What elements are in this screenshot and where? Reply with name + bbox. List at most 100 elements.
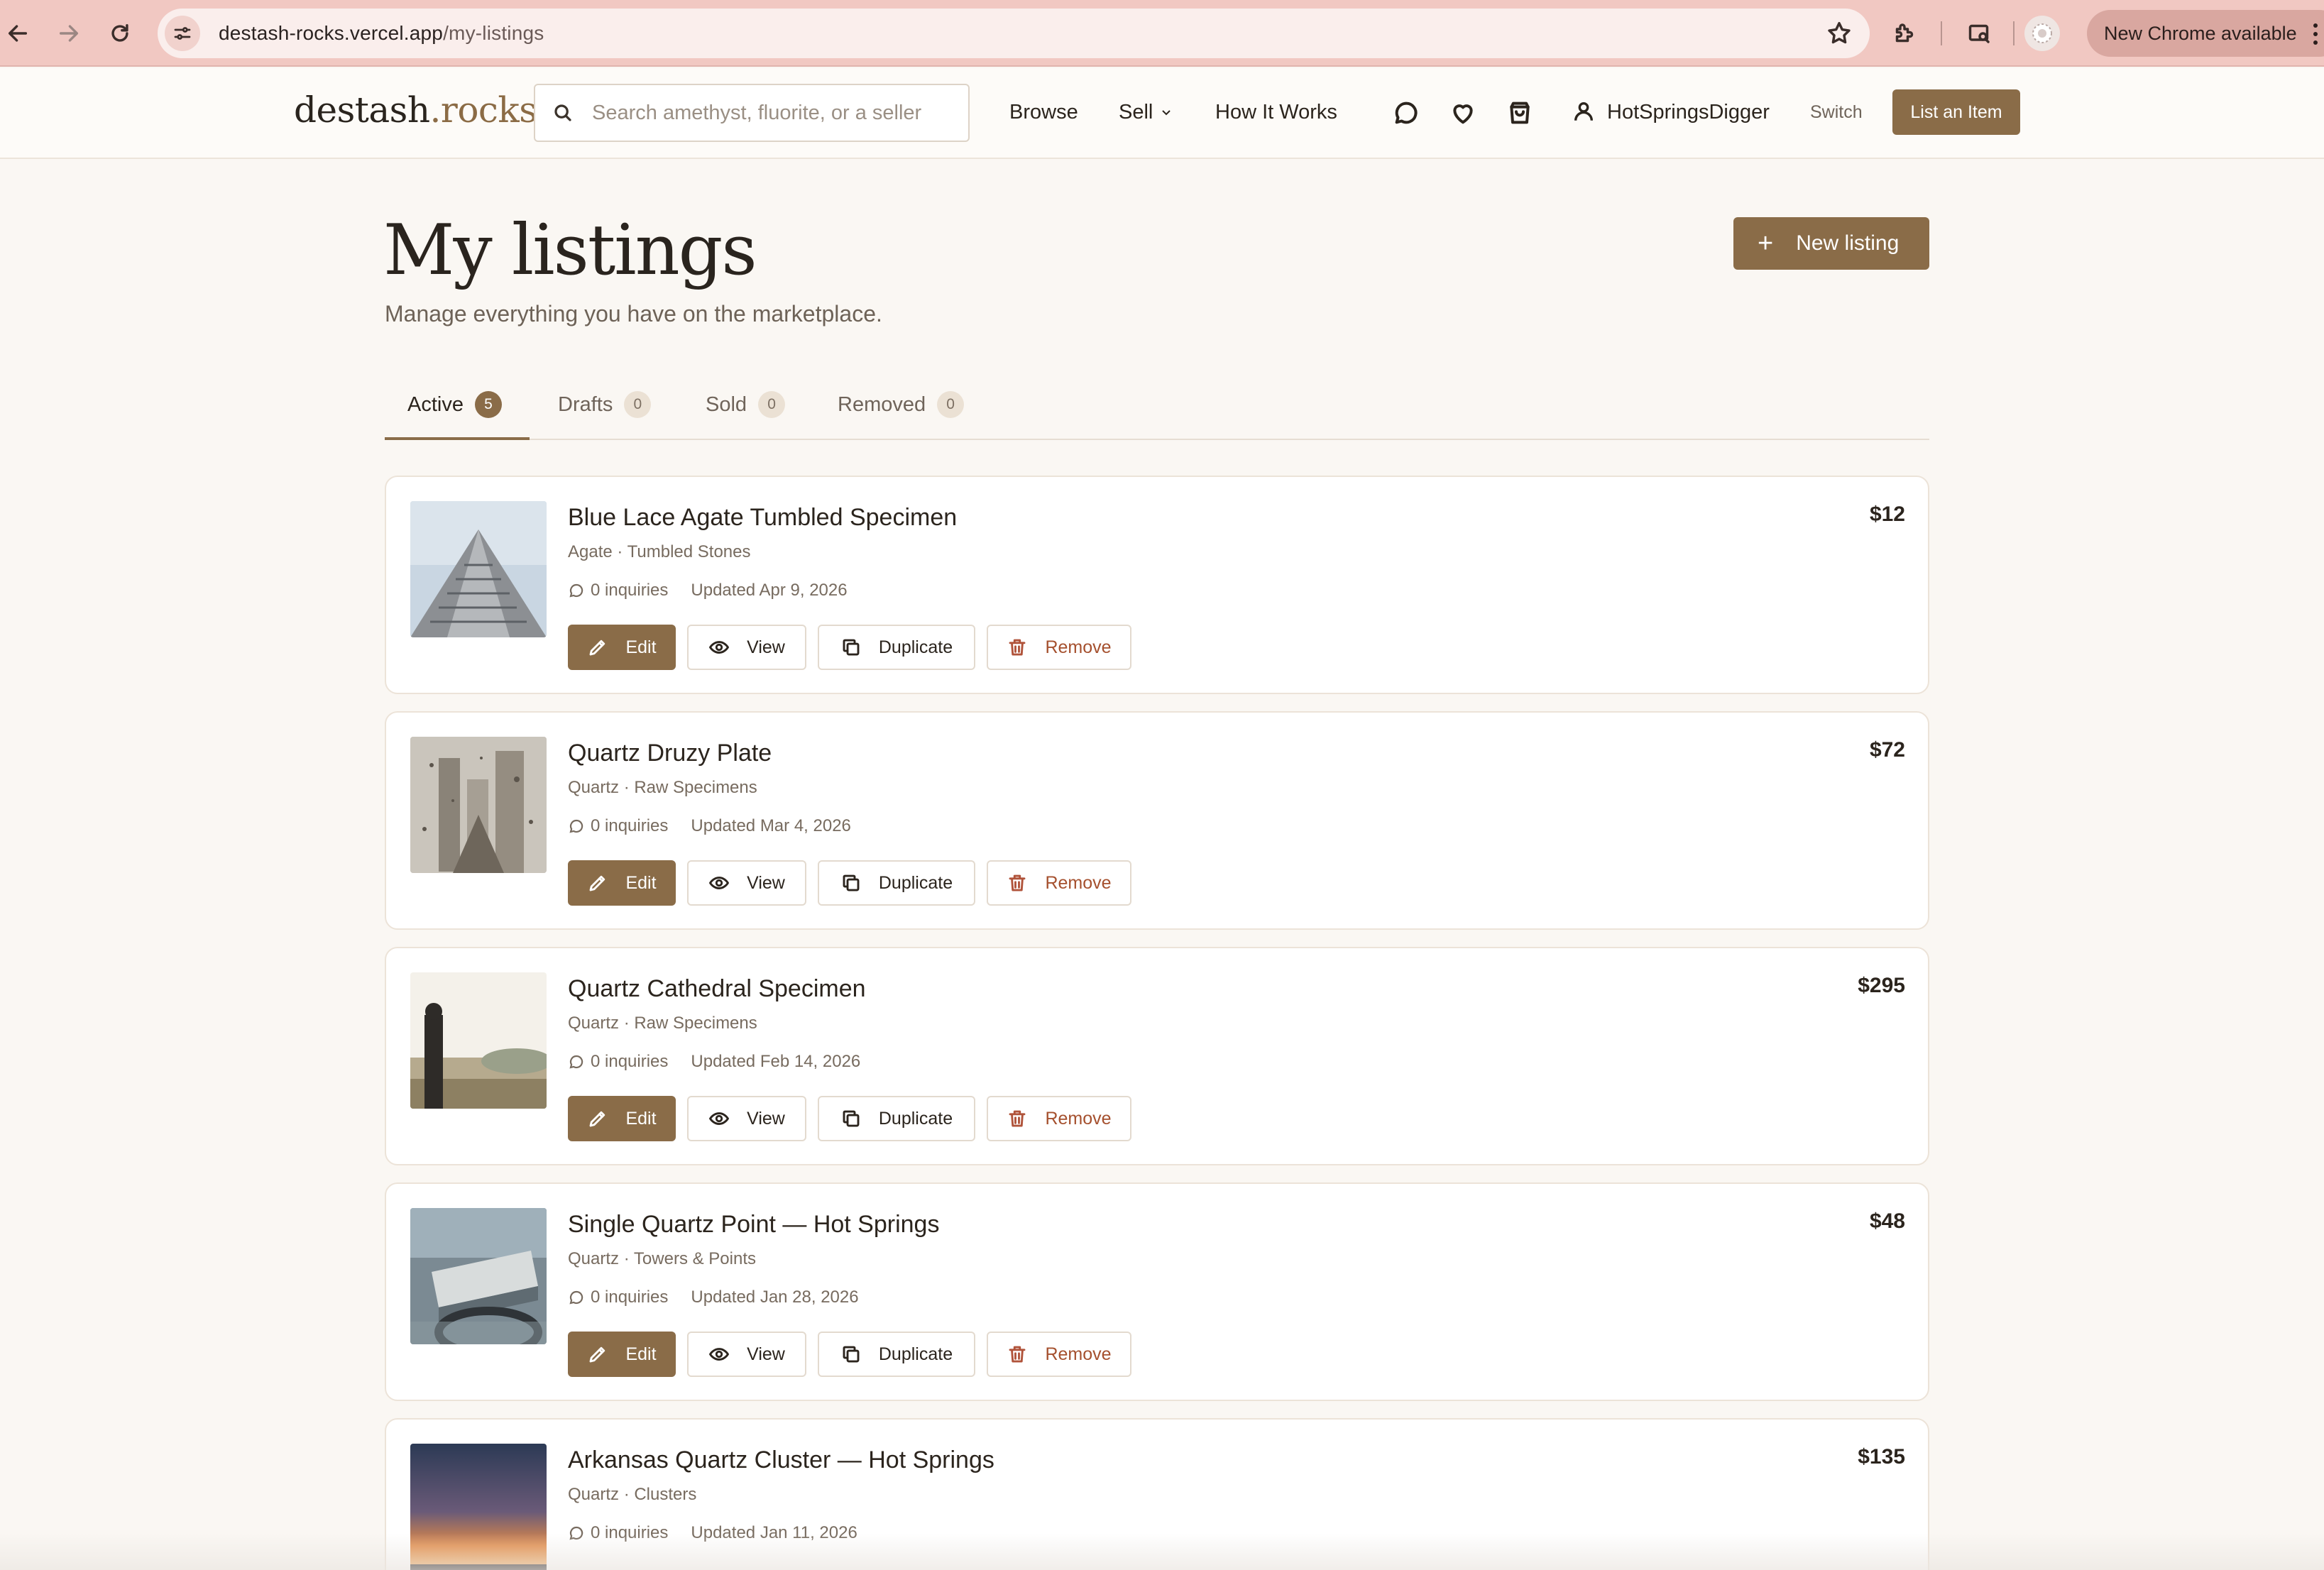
listing-title[interactable]: Quartz Druzy Plate: [568, 740, 772, 767]
tab-count-badge: 0: [758, 391, 786, 418]
edit-label: Edit: [625, 872, 657, 893]
nav-how-it-works[interactable]: How It Works: [1215, 101, 1337, 124]
profile-avatar-icon[interactable]: [2024, 16, 2060, 51]
listing-tabs: Active 5 Drafts 0 Sold 0 Removed 0: [385, 372, 1929, 440]
listing-updated: Updated Jan 28, 2026: [691, 1288, 859, 1307]
listing-thumbnail[interactable]: [410, 1208, 547, 1344]
site-settings-icon[interactable]: [165, 16, 200, 51]
view-label: View: [747, 1344, 785, 1364]
switch-account-link[interactable]: Switch: [1810, 102, 1863, 123]
duplicate-button[interactable]: Duplicate: [818, 625, 975, 670]
listing-price: $72: [1869, 738, 1905, 762]
plus-icon: +: [1758, 229, 1774, 258]
search-input[interactable]: [592, 101, 961, 125]
arrow-left-icon: [8, 25, 28, 42]
listing-category: Agate · Tumbled Stones: [568, 542, 751, 561]
shopping-bag-icon[interactable]: [1503, 97, 1536, 129]
remove-button[interactable]: Remove: [987, 1332, 1131, 1377]
comment-icon: [569, 1055, 583, 1069]
tab-label: Drafts: [558, 393, 613, 416]
kebab-menu-icon[interactable]: [2307, 21, 2324, 47]
tab-drafts[interactable]: Drafts 0: [558, 391, 652, 440]
page-title: My listings: [383, 210, 757, 291]
tab-search-icon[interactable]: [1962, 16, 1997, 51]
tab-label: Removed: [838, 393, 926, 416]
pencil-icon: [590, 1346, 605, 1363]
remove-label: Remove: [1045, 872, 1112, 893]
messages-icon[interactable]: [1390, 97, 1423, 129]
remove-button[interactable]: Remove: [987, 860, 1131, 906]
new-listing-button[interactable]: + New listing: [1733, 217, 1929, 270]
listing-category: Quartz · Raw Specimens: [568, 778, 757, 797]
tab-sold[interactable]: Sold 0: [706, 391, 786, 440]
address-bar[interactable]: destash-rocks.vercel.app/my-listings: [158, 9, 1870, 58]
view-button[interactable]: View: [687, 860, 806, 906]
reload-button[interactable]: [104, 17, 136, 50]
search-icon: [554, 104, 571, 121]
duplicate-label: Duplicate: [878, 637, 953, 657]
duplicate-label: Duplicate: [878, 1108, 953, 1129]
user-icon: [1572, 99, 1597, 125]
listing-inquiries: 0 inquiries: [591, 1052, 669, 1071]
heart-icon[interactable]: [1447, 97, 1479, 129]
chrome-update-button[interactable]: New Chrome available: [2087, 10, 2324, 57]
edit-button[interactable]: Edit: [568, 1096, 676, 1141]
copy-icon: [843, 874, 860, 891]
duplicate-button[interactable]: Duplicate: [818, 1332, 975, 1377]
view-button[interactable]: View: [687, 1332, 806, 1377]
duplicate-label: Duplicate: [878, 1344, 953, 1364]
listing-updated: Updated Jan 11, 2026: [691, 1523, 857, 1542]
listing-meta: 0 inquiries Updated Jan 28, 2026: [568, 1288, 859, 1307]
tab-label: Sold: [706, 393, 747, 416]
listing-price: $48: [1869, 1209, 1905, 1233]
duplicate-button[interactable]: Duplicate: [818, 1096, 975, 1141]
pencil-icon: [590, 639, 605, 656]
listing-meta: 0 inquiries Updated Jan 11, 2026: [568, 1523, 857, 1543]
listing-title[interactable]: Quartz Cathedral Specimen: [568, 975, 866, 1003]
remove-button[interactable]: Remove: [987, 1096, 1131, 1141]
listing-meta: 0 inquiries Updated Apr 9, 2026: [568, 581, 848, 600]
back-button[interactable]: [1, 17, 34, 50]
tab-active[interactable]: Active 5: [385, 391, 530, 440]
listing-title[interactable]: Single Quartz Point — Hot Springs: [568, 1211, 939, 1239]
search-box: [534, 84, 970, 142]
nav-sell[interactable]: Sell: [1119, 101, 1173, 124]
nav-sell-label: Sell: [1119, 101, 1153, 123]
tab-removed[interactable]: Removed 0: [838, 391, 965, 440]
comment-icon: [569, 819, 583, 833]
listing-actions: Edit View Duplicate Remove: [568, 860, 1143, 906]
forward-button[interactable]: [53, 17, 85, 50]
list-an-item-button[interactable]: List an Item: [1892, 89, 2020, 135]
view-button[interactable]: View: [687, 625, 806, 670]
duplicate-button[interactable]: Duplicate: [818, 860, 975, 906]
edit-button[interactable]: Edit: [568, 860, 676, 906]
listing-meta: 0 inquiries Updated Feb 14, 2026: [568, 1052, 860, 1072]
listing-thumbnail[interactable]: [410, 737, 547, 873]
page-subtitle: Manage everything you have on the market…: [385, 301, 882, 326]
site-logo[interactable]: destash.rocks: [294, 89, 537, 131]
tab-count-badge: 0: [624, 391, 652, 418]
username-link[interactable]: HotSpringsDigger: [1607, 101, 1770, 124]
remove-label: Remove: [1045, 637, 1112, 657]
edit-button[interactable]: Edit: [568, 625, 676, 670]
listing-card: Quartz Cathedral Specimen Quartz · Raw S…: [385, 947, 1929, 1165]
listing-thumbnail[interactable]: [410, 501, 547, 637]
remove-label: Remove: [1045, 1344, 1112, 1364]
view-button[interactable]: View: [687, 1096, 806, 1141]
listing-thumbnail[interactable]: [410, 1444, 547, 1570]
extensions-icon[interactable]: [1887, 16, 1922, 51]
bookmark-star-icon[interactable]: [1826, 20, 1853, 47]
listing-title[interactable]: Blue Lace Agate Tumbled Specimen: [568, 504, 957, 532]
eye-icon: [709, 877, 730, 889]
edit-button[interactable]: Edit: [568, 1332, 676, 1377]
nav-browse[interactable]: Browse: [1009, 101, 1078, 124]
comment-icon: [569, 1526, 583, 1540]
listing-inquiries: 0 inquiries: [591, 1288, 669, 1307]
edit-label: Edit: [625, 1344, 657, 1364]
reload-icon: [111, 23, 128, 42]
listing-inquiries: 0 inquiries: [591, 1523, 669, 1542]
tab-label: Active: [407, 393, 464, 416]
listing-title[interactable]: Arkansas Quartz Cluster — Hot Springs: [568, 1447, 994, 1474]
listing-thumbnail[interactable]: [410, 972, 547, 1109]
remove-button[interactable]: Remove: [987, 625, 1131, 670]
